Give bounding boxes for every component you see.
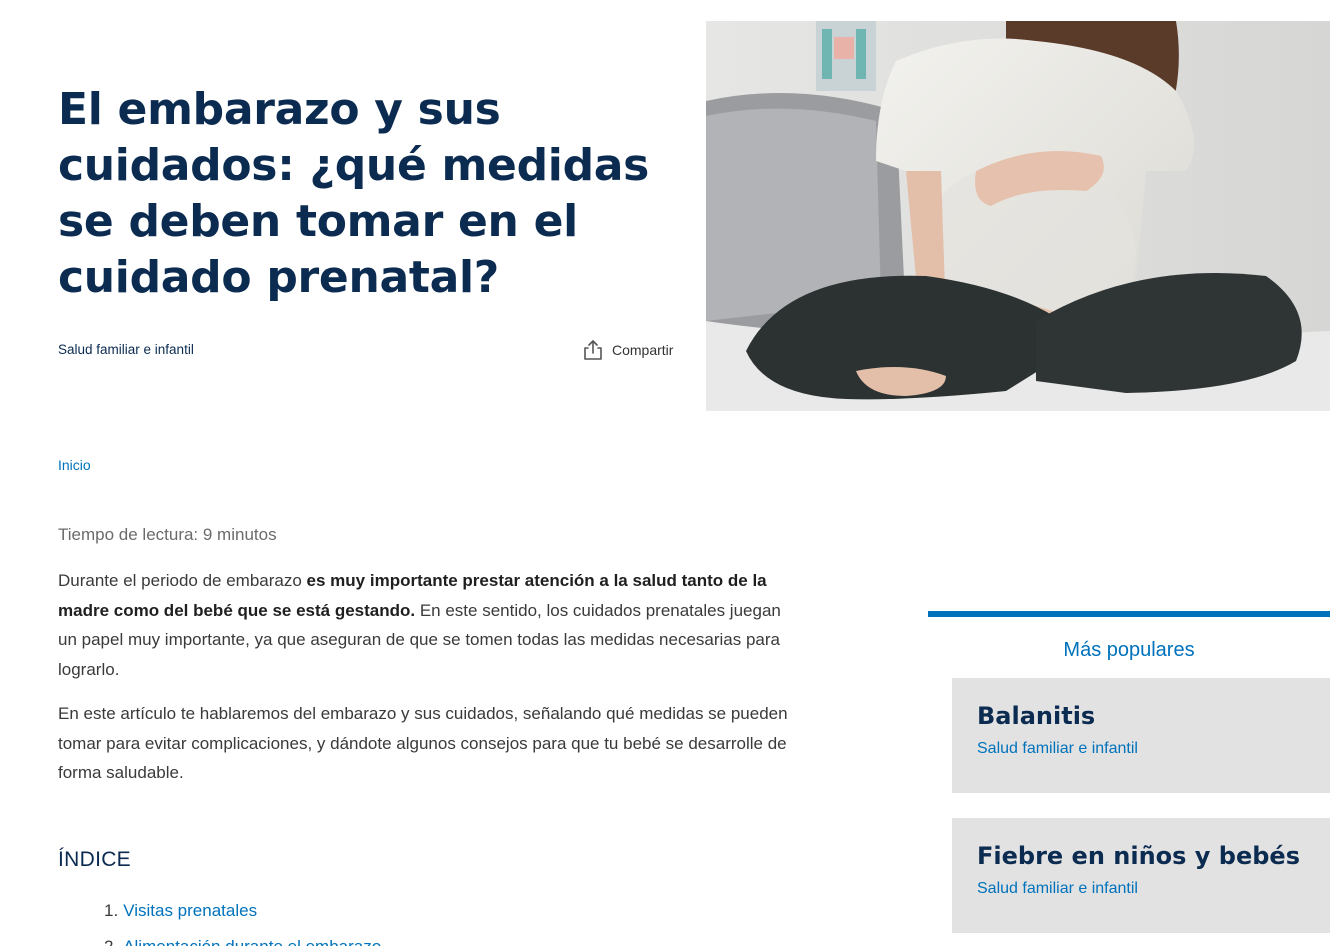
popular-card-category[interactable]: Salud familiar e infantil [977, 880, 1305, 898]
popular-card-title: Balanitis [977, 702, 1096, 730]
article-body: Durante el periodo de embarazo es muy im… [58, 566, 793, 803]
index-link-visitas-prenatales[interactable]: Visitas prenatales [123, 901, 257, 920]
popular-sidebar: Más populares Balanitis Salud familiar e… [928, 611, 1330, 946]
hero-category-link[interactable]: Salud familiar e infantil [58, 342, 194, 357]
index-item: 1. Visitas prenatales [104, 893, 381, 929]
index-number: 2. [104, 937, 118, 946]
index-item: 2. Alimentación durante el embarazo [104, 929, 381, 946]
intro-text: Durante el periodo de embarazo [58, 571, 307, 590]
second-paragraph: En este artículo te hablaremos del embar… [58, 704, 788, 782]
reading-time: Tiempo de lectura: 9 minutos [58, 525, 277, 544]
index-heading: ÍNDICE [58, 848, 131, 871]
breadcrumb-home[interactable]: Inicio [58, 457, 91, 473]
sidebar-title: Más populares [1063, 639, 1195, 661]
share-label: Compartir [612, 342, 674, 358]
page-title: El embarazo y sus cuidados: ¿qué medidas… [58, 84, 650, 303]
share-icon [582, 339, 604, 361]
share-button[interactable]: Compartir [582, 339, 673, 361]
popular-card-fiebre[interactable]: Fiebre en niños y bebés Salud familiar e… [952, 818, 1330, 933]
sidebar-accent-bar [928, 611, 1330, 617]
index-link-alimentacion[interactable]: Alimentación durante el embarazo [123, 937, 381, 946]
popular-card-balanitis[interactable]: Balanitis Salud familiar e infantil [952, 678, 1330, 793]
page: El embarazo y sus cuidados: ¿qué medidas… [0, 0, 1339, 946]
intro-paragraph: Durante el periodo de embarazo es muy im… [58, 566, 793, 684]
index-number: 1. [104, 901, 119, 920]
hero-image [706, 21, 1330, 411]
popular-card-title: Fiebre en niños y bebés [977, 842, 1300, 870]
index-list: 1.Visitas prenatales 2. Alimentación dura… [104, 893, 381, 946]
popular-card-category[interactable]: Salud familiar e infantil [977, 740, 1305, 758]
